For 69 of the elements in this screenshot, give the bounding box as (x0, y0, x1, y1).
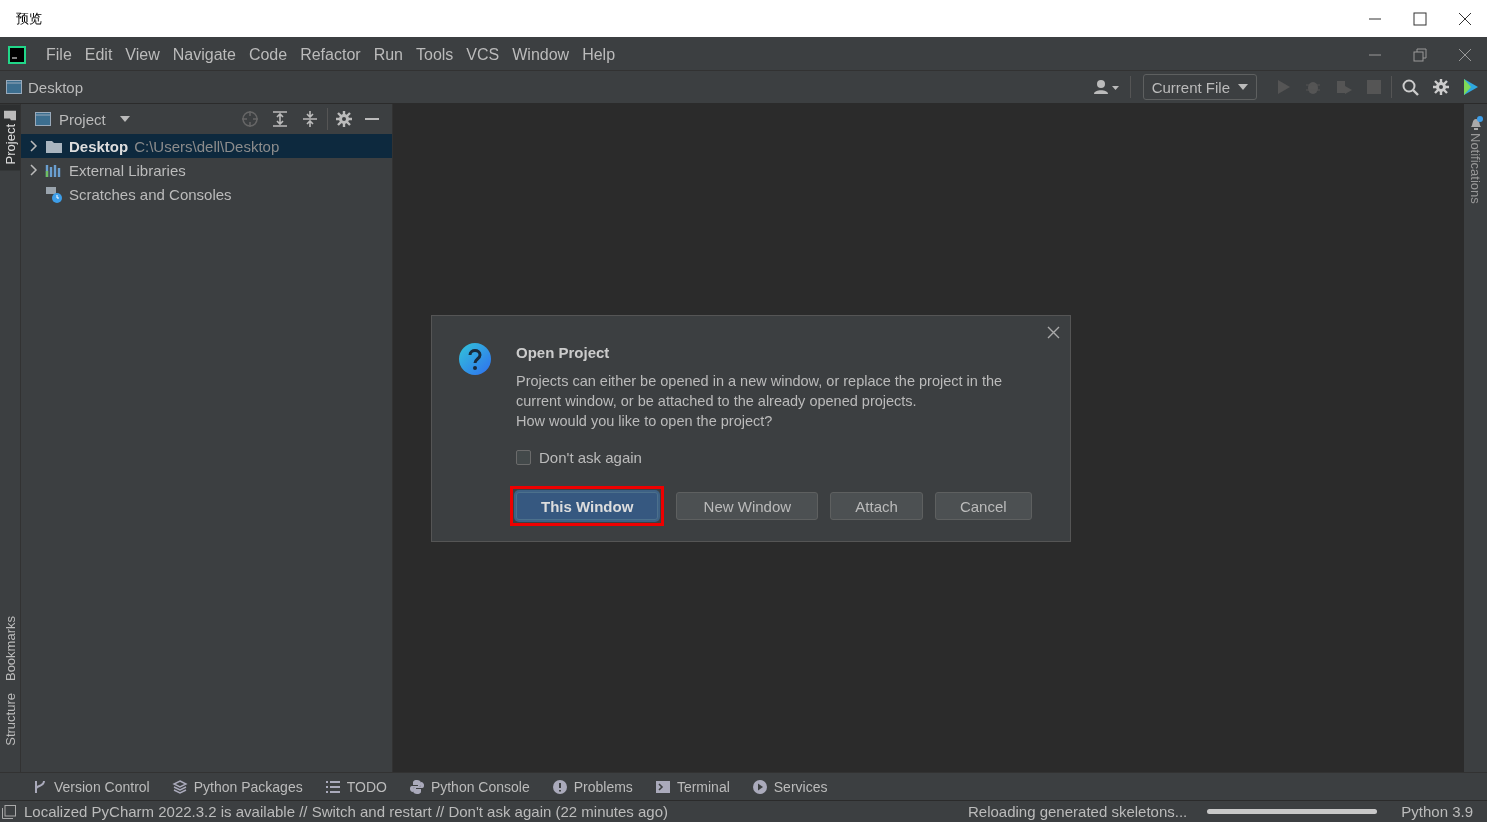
close-button[interactable] (1045, 324, 1062, 341)
play-circle-icon (751, 778, 768, 795)
menu-item[interactable]: Run (367, 45, 409, 64)
checkbox-label[interactable]: Don't ask again (539, 449, 642, 466)
window-title: 预览 (15, 9, 43, 28)
panel-toggle-icon (2, 804, 16, 819)
close-icon[interactable] (1457, 11, 1472, 26)
window-icon (6, 80, 22, 94)
interpreter-selector[interactable]: Python 3.9 (1397, 803, 1477, 820)
terminal-icon (654, 778, 671, 795)
tree-row[interactable]: Scratches and Consoles (21, 182, 392, 206)
app-logo (8, 45, 26, 64)
tool-window-tab[interactable]: Bookmarks (0, 610, 20, 688)
menu-item[interactable]: Tools (410, 45, 460, 64)
tool-window-tab[interactable]: Structure (0, 687, 20, 752)
tree-item-label: External Libraries (69, 161, 186, 179)
bar-chart-icon (45, 162, 63, 178)
tool-window-tab[interactable]: Problems (545, 778, 639, 795)
tool-window-tab[interactable]: Terminal (648, 778, 736, 795)
tree-item-label: Scratches and Consoles (69, 185, 232, 203)
checkbox[interactable] (516, 450, 531, 465)
question-icon (458, 342, 492, 376)
maximize-icon[interactable] (1412, 11, 1427, 26)
scratch-clock-icon (45, 185, 63, 203)
chevron-right-icon[interactable] (29, 140, 39, 152)
tree-row[interactable]: External Libraries (21, 158, 392, 182)
layers-icon (171, 778, 188, 795)
menu-item[interactable]: Edit (78, 45, 119, 64)
caret-icon (119, 116, 130, 122)
caret-icon (1238, 84, 1248, 90)
tool-window-tab[interactable]: Python Console (402, 778, 536, 795)
menu-item[interactable]: VCS (460, 45, 506, 64)
bell-icon (1468, 116, 1483, 131)
python-icon (408, 778, 425, 795)
menu-item[interactable]: View (119, 45, 166, 64)
status-message[interactable]: Localized PyCharm 2022.3.2 is available // Switch and restart // Don't ask again (22 minutes ago) (24, 803, 960, 820)
background-task-label: Reloading generated skeletons... (967, 803, 1188, 820)
branch-icon (32, 778, 48, 795)
menu-item[interactable]: File (40, 45, 78, 64)
folder-icon (4, 110, 16, 120)
tool-window-tab[interactable]: Python Packages (165, 778, 309, 795)
menu-item[interactable]: Refactor (294, 45, 367, 64)
window-icon (35, 112, 51, 126)
run-config-dropdown[interactable]: Current File (1142, 74, 1257, 100)
tool-window-tab[interactable]: TODO (318, 778, 393, 795)
menu-item[interactable]: Window (506, 45, 576, 64)
tool-window-tab[interactable]: Services (745, 778, 834, 795)
tool-window-tab[interactable]: Project (0, 104, 20, 171)
warning-icon (551, 778, 568, 795)
list-icon (324, 778, 341, 795)
restore-icon[interactable] (1412, 47, 1427, 62)
tree-row[interactable]: Desktop C:\Users\dell\Desktop (21, 134, 392, 158)
tool-window-tab[interactable]: Notifications (1465, 133, 1486, 204)
dialog-button[interactable]: New Window (676, 492, 819, 520)
dialog-message: Projects can either be opened in a new window, or replace the project in the current window, or be attached to the already opened projects. How would you like to open the project? (516, 372, 1004, 431)
chevron-right-icon[interactable] (29, 164, 39, 176)
project-view-dropdown[interactable]: Project (35, 110, 130, 128)
folder-icon (45, 138, 63, 154)
menu-item[interactable]: Navigate (166, 45, 242, 64)
tree-item-label: Desktop (69, 137, 129, 155)
dialog-button[interactable]: Attach (830, 492, 923, 520)
dialog-button[interactable]: Cancel (934, 492, 1032, 520)
dialog-button[interactable]: This Window (516, 492, 659, 520)
dialog-title: Open Project (516, 344, 611, 361)
tree-item-path: C:\Users\dell\Desktop (134, 137, 280, 155)
tool-window-tab[interactable]: Version Control (26, 778, 156, 795)
menu-item[interactable]: Code (242, 45, 294, 64)
breadcrumb[interactable]: Desktop (28, 78, 84, 96)
menu-item[interactable]: Help (576, 45, 622, 64)
